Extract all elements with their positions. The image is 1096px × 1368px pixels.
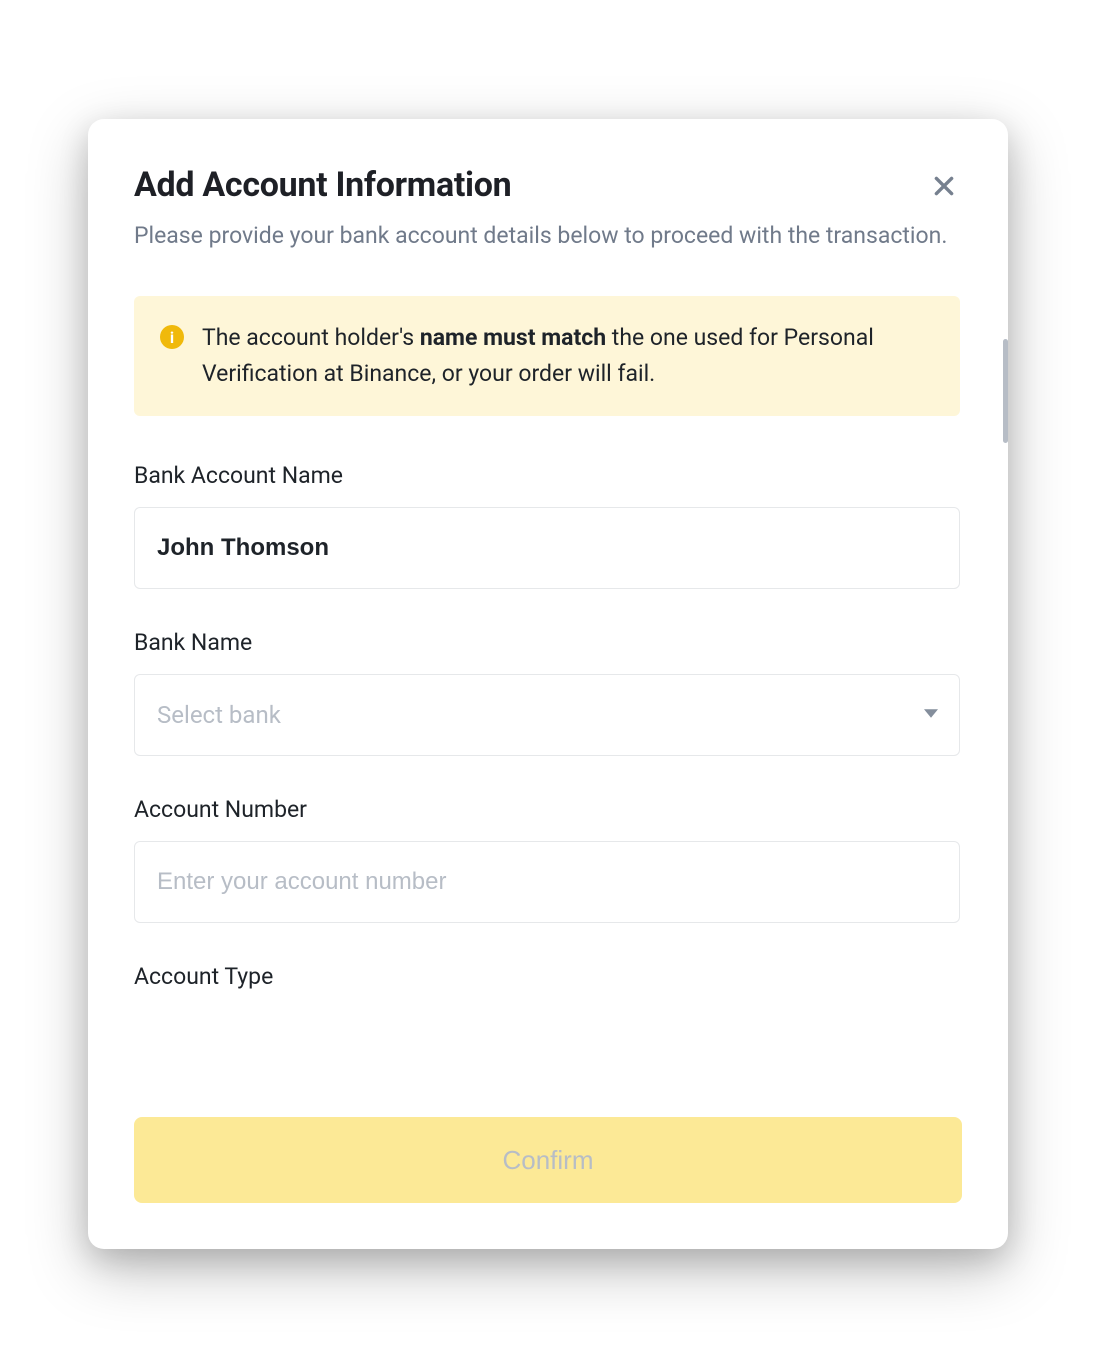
account-type-group: Account Type [134, 963, 960, 990]
add-account-modal: Add Account Information Please provide y… [88, 119, 1008, 1249]
info-banner: i The account holder's name must match t… [134, 296, 960, 415]
info-banner-text: The account holder's name must match the… [202, 320, 934, 391]
scrollbar-thumb[interactable] [1003, 339, 1008, 443]
modal-title: Add Account Information [134, 165, 511, 205]
account-number-input[interactable] [134, 841, 960, 923]
bank-account-name-label: Bank Account Name [134, 462, 960, 489]
info-icon: i [160, 325, 184, 349]
form-scroll-area[interactable]: i The account holder's name must match t… [134, 296, 962, 1097]
bank-account-name-group: Bank Account Name [134, 462, 960, 589]
account-type-label: Account Type [134, 963, 960, 990]
modal-subtitle: Please provide your bank account details… [134, 219, 962, 252]
info-text-bold: name must match [420, 324, 606, 351]
info-text-prefix: The account holder's [202, 324, 420, 351]
bank-name-group: Bank Name Select bank [134, 629, 960, 756]
bank-name-label: Bank Name [134, 629, 960, 656]
bank-name-select[interactable]: Select bank [134, 674, 960, 756]
bank-name-placeholder: Select bank [157, 701, 281, 729]
close-button[interactable] [926, 169, 962, 205]
confirm-button[interactable]: Confirm [134, 1117, 962, 1203]
account-number-group: Account Number [134, 796, 960, 923]
close-icon [931, 173, 957, 202]
bank-account-name-input[interactable] [134, 507, 960, 589]
account-number-label: Account Number [134, 796, 960, 823]
modal-header: Add Account Information [134, 165, 962, 205]
